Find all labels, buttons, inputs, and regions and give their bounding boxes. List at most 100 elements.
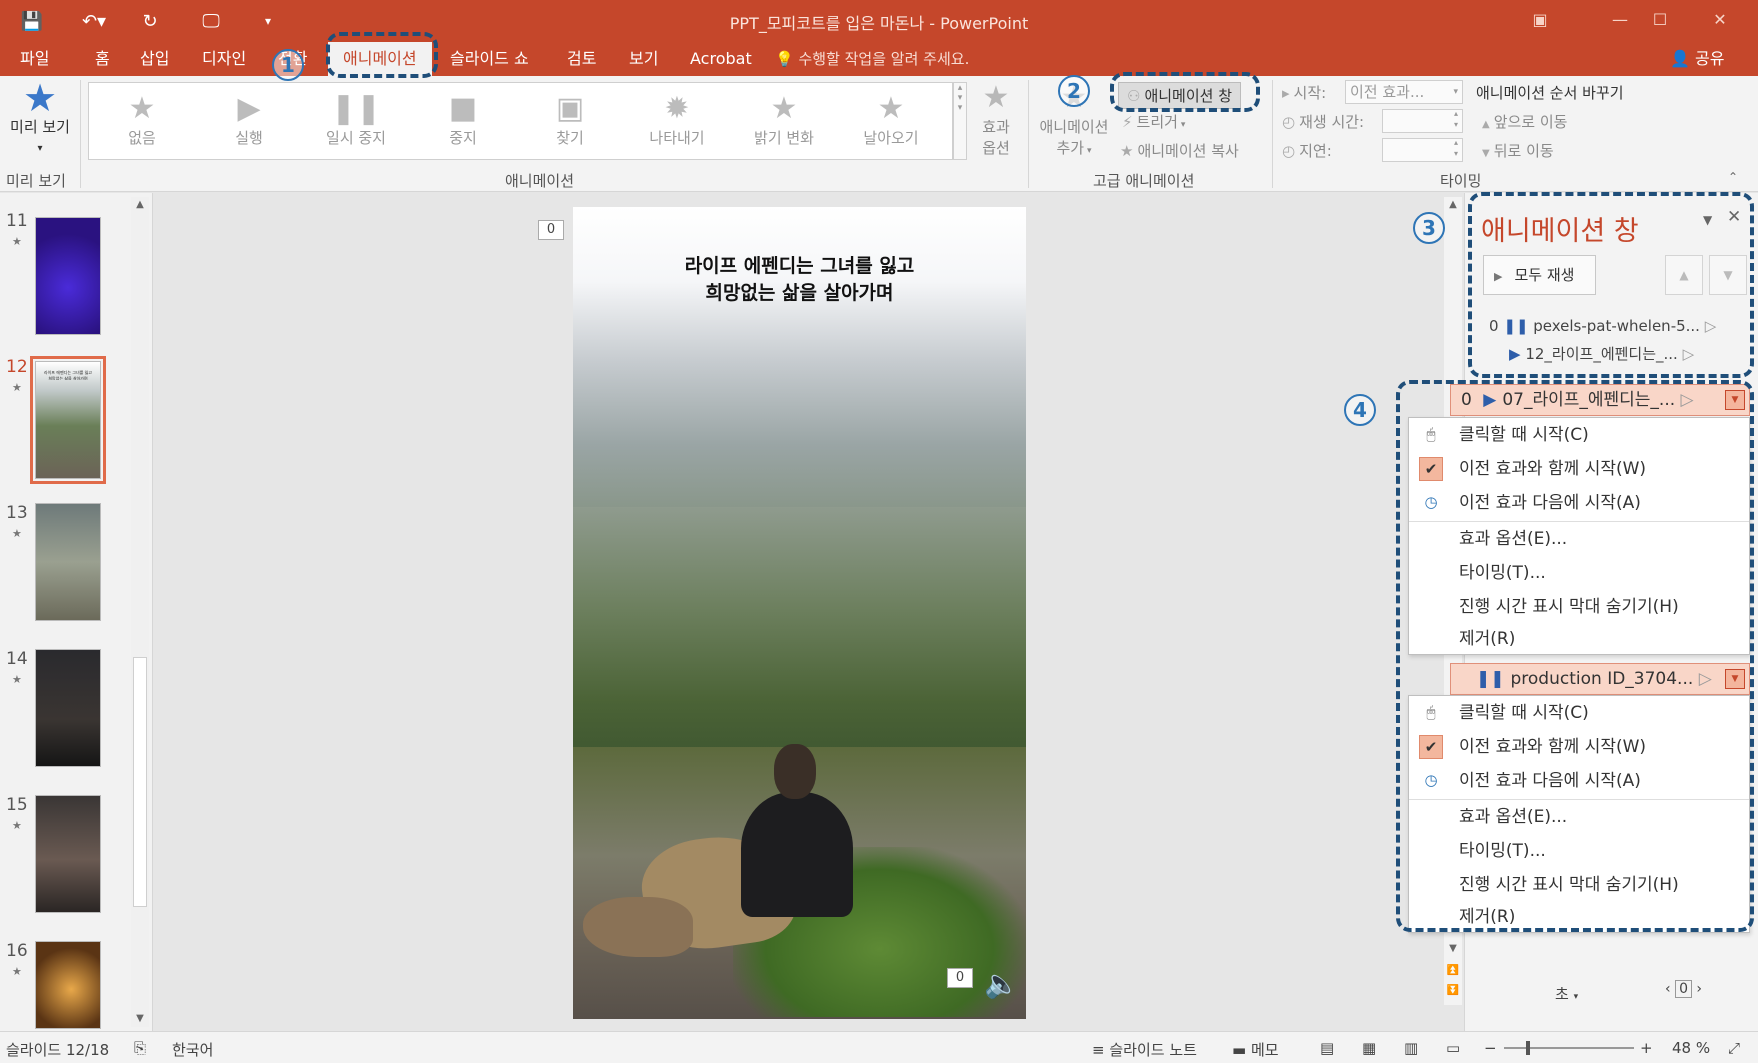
slide-thumbnail-12[interactable]: 라이프 에펜디는 그녀를 잃고 희망없는 삶을 살아가며 (30, 356, 106, 484)
tab-slideshow[interactable]: 슬라이드 쇼 (450, 42, 529, 76)
scroll-up-icon[interactable]: ▲ (1444, 197, 1462, 213)
preview-button[interactable]: ★ 미리 보기 ▾ (4, 79, 76, 155)
anim-seek[interactable]: ▣ 찾기 (520, 91, 620, 148)
spelling-icon[interactable]: ⎘ (134, 1039, 146, 1057)
tab-acrobat[interactable]: Acrobat (690, 42, 752, 76)
move-earlier-button[interactable]: ▲ 앞으로 이동 (1482, 111, 1567, 132)
divider (1272, 80, 1273, 188)
anim-seek-label: 찾기 (556, 129, 584, 147)
thumb-number: 14 (6, 649, 28, 669)
anim-fly-in[interactable]: ★ 날아오기 (841, 91, 941, 148)
start-select[interactable]: 이전 효과... ▾ (1345, 80, 1463, 104)
slide-valley (573, 507, 1026, 767)
share-button[interactable]: 👤 공유 (1670, 42, 1724, 76)
tab-home[interactable]: 홈 (95, 42, 110, 76)
animation-star-icon: ★ (12, 819, 22, 832)
slide-thumbnail-13[interactable] (35, 503, 101, 621)
anim-appear-label: 나타내기 (649, 129, 705, 147)
annotation-number-1: 1 (272, 49, 304, 81)
star-icon: ★ (877, 91, 905, 126)
anim-play[interactable]: ▶ 실행 (199, 91, 299, 148)
anim-stop[interactable]: ■ 중지 (413, 91, 513, 148)
slide-thumbnail-15[interactable] (35, 795, 101, 913)
annotation-box-1 (326, 32, 438, 78)
animation-painter-button[interactable]: ★ 애니메이션 복사 (1120, 140, 1239, 161)
zoom-slider[interactable] (1504, 1041, 1634, 1055)
slide-thumbnail-14[interactable] (35, 649, 101, 767)
collapse-ribbon-icon[interactable]: ⌃ (1728, 170, 1738, 184)
gallery-scroll[interactable]: ▴ ▾ ▾ (953, 82, 967, 160)
maximize-icon[interactable]: ☐ (1640, 6, 1680, 34)
tab-design[interactable]: 디자인 (202, 42, 246, 76)
timeline-zoom-value: 0 (1675, 980, 1692, 998)
anim-fade[interactable]: ★ 밝기 변화 (734, 91, 834, 148)
scrollbar-thumb[interactable] (133, 657, 147, 907)
reading-view-icon[interactable]: ▥ (1404, 1039, 1418, 1057)
zoom-level[interactable]: 48 % (1672, 1039, 1710, 1057)
start-select-value: 이전 효과... (1350, 83, 1425, 101)
tab-view[interactable]: 보기 (629, 42, 658, 76)
animation-star-icon: ★ (12, 673, 22, 686)
comments-button[interactable]: ▬ 메모 (1232, 1039, 1279, 1060)
group-label-animation: 애니메이션 (505, 172, 575, 190)
effect-options-label: 효과 (982, 118, 1010, 136)
tab-insert[interactable]: 삽입 (140, 42, 169, 76)
minimize-icon[interactable]: — (1600, 6, 1640, 34)
notes-button[interactable]: ≡ 슬라이드 노트 (1092, 1039, 1197, 1060)
effect-options-button[interactable]: ★ 효과 옵션 (968, 80, 1024, 158)
title-bar: 💾 ↶▾ ↻ 🖵 ▾ PPT_모피코트를 입은 마돈나 - PowerPoint… (0, 0, 1758, 42)
thumb-number: 15 (6, 795, 28, 815)
scroll-down-icon[interactable]: ▼ (1444, 941, 1462, 957)
thumbnail-scrollbar[interactable]: ▲ ▼ (131, 197, 149, 1027)
spinner-icon: ▴ ▾ (1453, 109, 1458, 129)
share-label: 공유 (1695, 49, 1725, 68)
animation-tag: 0 (947, 968, 973, 988)
close-icon[interactable]: ✕ (1700, 6, 1740, 34)
slide-caption[interactable]: 라이프 에펜디는 그녀를 잃고 희망없는 삶을 살아가며 (573, 253, 1026, 307)
thumb-number: 16 (6, 941, 28, 961)
slide-canvas[interactable]: 라이프 에펜디는 그녀를 잃고 희망없는 삶을 살아가며 (573, 207, 1026, 1019)
fit-slide-icon[interactable]: ⤢ (1728, 1039, 1740, 1057)
speaker-icon[interactable]: 🔈 (984, 967, 1019, 1000)
animation-star-icon: ★ (12, 527, 22, 540)
sorter-view-icon[interactable]: ▦ (1362, 1039, 1376, 1057)
normal-view-icon[interactable]: ▤ (1320, 1039, 1334, 1057)
spinner-icon: ▴ ▾ (1453, 138, 1458, 158)
annotation-number-4: 4 (1344, 394, 1376, 426)
tab-file[interactable]: 파일 (20, 42, 49, 76)
duration-label-text: 재생 시간: (1299, 113, 1365, 131)
move-later-label: 뒤로 이동 (1493, 142, 1554, 160)
zoom-in-icon[interactable]: + (1640, 1039, 1653, 1057)
tell-me-text: 수행할 작업을 알려 주세요. (798, 50, 970, 68)
scroll-up-icon[interactable]: ▲ (131, 197, 149, 213)
seconds-label[interactable]: 초 ▾ (1555, 983, 1578, 1004)
slide-thumbnail-11[interactable] (35, 217, 101, 335)
prev-slide-icon[interactable]: ⏫ (1444, 963, 1462, 979)
ribbon-display-icon[interactable]: ▣ (1520, 6, 1560, 34)
anim-none[interactable]: ★ 없음 (92, 91, 192, 148)
annotation-box-3 (1468, 192, 1754, 378)
move-later-button[interactable]: ▼ 뒤로 이동 (1482, 140, 1554, 161)
next-slide-icon[interactable]: ⏬ (1444, 983, 1462, 999)
burst-icon: ✹ (664, 91, 690, 126)
anim-appear[interactable]: ✹ 나타내기 (627, 91, 727, 148)
delay-input[interactable]: ▴ ▾ (1382, 138, 1463, 162)
timeline-zoom[interactable]: ‹ 0 › (1665, 980, 1702, 998)
tab-review[interactable]: 검토 (567, 42, 596, 76)
anim-pause[interactable]: ❚❚ 일시 중지 (306, 91, 406, 148)
animation-gallery: ★ 없음 ▶ 실행 ❚❚ 일시 중지 ■ 중지 ▣ 찾기 ✹ 나타내기 ★ 밝기 변화 ★ 날아… (88, 82, 953, 160)
zoom-out-icon[interactable]: − (1484, 1039, 1497, 1057)
slideshow-view-icon[interactable]: ▭ (1446, 1039, 1460, 1057)
star-icon: ★ (982, 80, 1010, 115)
trigger-button[interactable]: ⚡ 트리거 ▾ (1122, 111, 1185, 132)
delay-label: ◴ 지연: (1282, 140, 1332, 161)
notes-icon: ≡ (1092, 1041, 1105, 1059)
star-icon: ★ (770, 91, 798, 126)
slide-counter: 슬라이드 12/18 (6, 1041, 110, 1059)
scroll-down-icon[interactable]: ▼ (131, 1011, 149, 1027)
duration-input[interactable]: ▴ ▾ (1382, 109, 1463, 133)
tell-me-box[interactable]: 💡 수행할 작업을 알려 주세요. (775, 42, 969, 76)
slide-thumbnail-16[interactable] (35, 941, 101, 1029)
language-indicator[interactable]: 한국어 (172, 1039, 213, 1060)
zoom-slider-thumb[interactable] (1526, 1041, 1530, 1055)
